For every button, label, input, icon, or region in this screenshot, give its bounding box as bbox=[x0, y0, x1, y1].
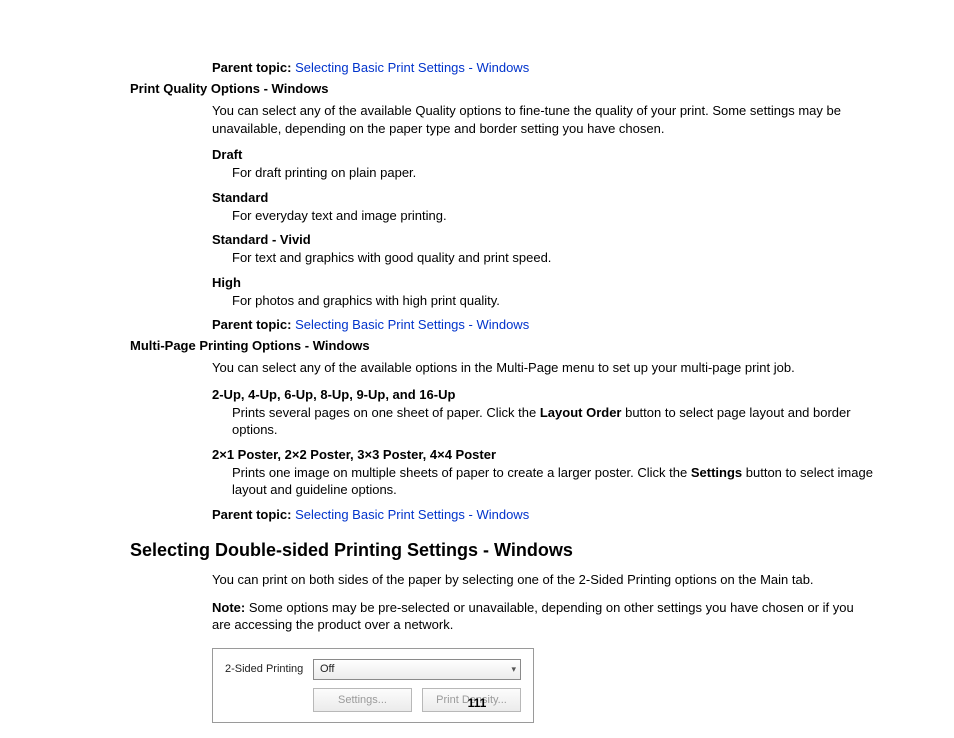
parent-topic-line-1: Parent topic: Selecting Basic Print Sett… bbox=[212, 60, 874, 75]
parent-topic-line-3: Parent topic: Selecting Basic Print Sett… bbox=[212, 507, 874, 522]
sec2-intro: You can select any of the available opti… bbox=[212, 359, 874, 377]
parent-topic-link[interactable]: Selecting Basic Print Settings - Windows bbox=[295, 507, 529, 522]
desc-poster: Prints one image on multiple sheets of p… bbox=[232, 464, 874, 499]
note-text: Some options may be pre-selected or unav… bbox=[212, 600, 854, 633]
parent-topic-link[interactable]: Selecting Basic Print Settings - Windows bbox=[295, 60, 529, 75]
two-sided-select[interactable]: Off ▾ bbox=[313, 659, 521, 680]
sec1-intro: You can select any of the available Qual… bbox=[212, 102, 874, 137]
parent-topic-label: Parent topic: bbox=[212, 317, 291, 332]
heading-multipage: Multi-Page Printing Options - Windows bbox=[130, 338, 874, 353]
note-label: Note: bbox=[212, 600, 245, 615]
page-number: 111 bbox=[0, 696, 954, 710]
settings-bold: Settings bbox=[691, 465, 742, 480]
text: Prints several pages on one sheet of pap… bbox=[232, 405, 540, 420]
chevron-down-icon: ▾ bbox=[511, 664, 516, 675]
term-high: High bbox=[212, 275, 874, 290]
parent-topic-label: Parent topic: bbox=[212, 507, 291, 522]
figure-2sided-panel: 2-Sided Printing Off ▾ Settings... Print… bbox=[212, 648, 534, 723]
heading-double-sided: Selecting Double-sided Printing Settings… bbox=[130, 540, 874, 561]
desc-draft: For draft printing on plain paper. bbox=[232, 164, 874, 182]
parent-topic-line-2: Parent topic: Selecting Basic Print Sett… bbox=[212, 317, 874, 332]
term-standard-vivid: Standard - Vivid bbox=[212, 232, 874, 247]
parent-topic-link[interactable]: Selecting Basic Print Settings - Windows bbox=[295, 317, 529, 332]
text: Prints one image on multiple sheets of p… bbox=[232, 465, 691, 480]
select-value: Off bbox=[320, 663, 334, 675]
term-standard: Standard bbox=[212, 190, 874, 205]
desc-high: For photos and graphics with high print … bbox=[232, 292, 874, 310]
term-poster: 2×1 Poster, 2×2 Poster, 3×3 Poster, 4×4 … bbox=[212, 447, 874, 462]
term-nup: 2-Up, 4-Up, 6-Up, 8-Up, 9-Up, and 16-Up bbox=[212, 387, 874, 402]
heading-print-quality: Print Quality Options - Windows bbox=[130, 81, 874, 96]
desc-nup: Prints several pages on one sheet of pap… bbox=[232, 404, 874, 439]
desc-standard: For everyday text and image printing. bbox=[232, 207, 874, 225]
layout-order-bold: Layout Order bbox=[540, 405, 622, 420]
figure-row-select: 2-Sided Printing Off ▾ bbox=[225, 659, 521, 680]
parent-topic-label: Parent topic: bbox=[212, 60, 291, 75]
sec3-intro: You can print on both sides of the paper… bbox=[212, 571, 874, 589]
sec3-note: Note: Some options may be pre-selected o… bbox=[212, 599, 874, 634]
figure-label-2sided: 2-Sided Printing bbox=[225, 663, 313, 675]
term-draft: Draft bbox=[212, 147, 874, 162]
desc-standard-vivid: For text and graphics with good quality … bbox=[232, 249, 874, 267]
page-content: Parent topic: Selecting Basic Print Sett… bbox=[0, 0, 954, 723]
